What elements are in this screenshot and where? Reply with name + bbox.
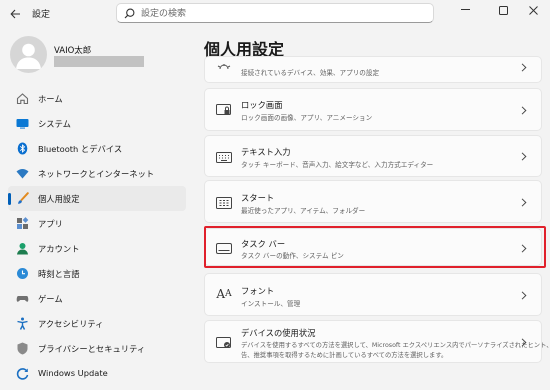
taskbar-icon xyxy=(216,241,232,255)
sidebar-item-system[interactable]: システム xyxy=(8,111,186,136)
sidebar-item-label: プライバシーとセキュリティ xyxy=(38,344,146,354)
chevron-right-icon xyxy=(521,106,527,115)
sidebar-item-label: Windows Update xyxy=(38,368,108,378)
chevron-right-icon xyxy=(521,244,527,253)
sidebar-item-label: ホーム xyxy=(38,94,63,104)
brush-icon xyxy=(16,192,29,205)
minimize-icon xyxy=(460,9,470,10)
sidebar-item-label: ゲーム xyxy=(38,294,63,304)
account-icon xyxy=(16,242,29,255)
back-arrow-icon xyxy=(9,9,20,19)
maximize-icon xyxy=(498,5,508,15)
settings-card-lock-screen[interactable]: ロック画面 ロック画面の画像、アプリ、アニメーション xyxy=(204,88,542,131)
bluetooth-icon xyxy=(16,142,29,155)
chevron-right-icon xyxy=(521,338,527,347)
sidebar-item-personalization[interactable]: 個人用設定 xyxy=(8,186,186,211)
windows-update-icon xyxy=(16,367,29,380)
card-subtitle: タッチ キーボード、音声入力、絵文字など、入力方式エディター xyxy=(241,161,434,169)
user-name: VAIO太郎 xyxy=(54,46,92,56)
sidebar-item-accessibility[interactable]: アクセシビリティ xyxy=(8,311,186,336)
sidebar-item-gaming[interactable]: ゲーム xyxy=(8,286,186,311)
card-subtitle: インストール、管理 xyxy=(241,300,301,308)
sidebar-item-label: 個人用設定 xyxy=(38,194,80,204)
sidebar-item-accounts[interactable]: アカウント xyxy=(8,236,186,261)
sidebar-item-apps[interactable]: アプリ xyxy=(8,211,186,236)
sidebar-item-home[interactable]: ホーム xyxy=(8,86,186,111)
network-icon xyxy=(16,167,29,180)
lock-screen-icon xyxy=(216,103,232,117)
settings-card-start[interactable]: スタート 最近使ったアプリ、アイテム、フォルダー xyxy=(204,180,542,223)
chevron-right-icon xyxy=(521,291,527,300)
sidebar-item-bluetooth[interactable]: Bluetooth とデバイス xyxy=(8,136,186,161)
system-icon xyxy=(16,117,29,130)
sidebar-nav: ホーム システム Bluetooth とデバイス ネットワークとインターネット … xyxy=(0,86,190,386)
card-title: フォント xyxy=(241,286,275,296)
time-language-icon xyxy=(16,267,29,280)
settings-card-taskbar[interactable]: タスク バー タスク バーの動作、システム ピン xyxy=(204,228,542,266)
card-title: テキスト入力 xyxy=(241,147,291,157)
search-input[interactable] xyxy=(141,6,426,21)
close-button[interactable] xyxy=(516,0,550,20)
device-usage-icon xyxy=(216,336,232,350)
settings-card-text-input[interactable]: テキスト入力 タッチ キーボード、音声入力、絵文字など、入力方式エディター xyxy=(204,135,542,177)
minimize-button[interactable] xyxy=(448,0,482,20)
sidebar-item-label: Bluetooth とデバイス xyxy=(38,144,123,154)
sidebar-item-label: アクセシビリティ xyxy=(38,319,104,329)
close-icon xyxy=(528,5,538,15)
chevron-right-icon xyxy=(521,198,527,207)
sidebar-item-windows-update[interactable]: Windows Update xyxy=(8,361,186,386)
card-title: ロック画面 xyxy=(241,100,283,110)
sidebar-item-label: 時刻と言語 xyxy=(38,269,80,279)
apps-icon xyxy=(16,217,29,230)
title-bar: 設定 xyxy=(0,0,550,28)
search-box[interactable] xyxy=(116,3,434,23)
maximize-button[interactable] xyxy=(486,0,520,20)
card-subtitle: タスク バーの動作、システム ピン xyxy=(241,252,344,260)
shield-icon xyxy=(16,342,29,355)
sidebar-item-label: システム xyxy=(38,119,71,129)
user-avatar-icon xyxy=(16,43,41,69)
sidebar-item-label: ネットワークとインターネット xyxy=(38,169,155,179)
avatar xyxy=(10,36,47,73)
settings-card-lighting[interactable]: 接続されているデバイス、効果、アプリの設定 xyxy=(204,56,542,83)
user-email-redacted xyxy=(54,56,144,67)
sidebar-item-label: アプリ xyxy=(38,219,63,229)
card-subtitle: デバイスを使用するすべての方法を選択して、Microsoft エクスペリエンス内… xyxy=(241,342,550,349)
keyboard-icon xyxy=(216,150,232,164)
font-icon: AA xyxy=(216,287,232,301)
sidebar-item-label: アカウント xyxy=(38,244,80,254)
card-title: デバイスの使用状況 xyxy=(241,328,316,338)
game-icon xyxy=(16,292,29,305)
sidebar-item-privacy[interactable]: プライバシーとセキュリティ xyxy=(8,336,186,361)
chevron-right-icon xyxy=(521,63,527,72)
sidebar-item-network[interactable]: ネットワークとインターネット xyxy=(8,161,186,186)
settings-card-device-usage[interactable]: デバイスの使用状況 デバイスを使用するすべての方法を選択して、Microsoft… xyxy=(204,320,550,363)
card-subtitle: ロック画面の画像、アプリ、アニメーション xyxy=(241,114,373,122)
card-title: スタート xyxy=(241,193,275,203)
lighting-icon xyxy=(216,61,232,75)
home-icon xyxy=(16,92,29,105)
accessibility-icon xyxy=(16,317,29,330)
back-button[interactable] xyxy=(6,5,24,23)
chevron-right-icon xyxy=(521,152,527,161)
settings-card-fonts[interactable]: AA フォント インストール、管理 xyxy=(204,273,542,316)
start-icon xyxy=(216,196,232,210)
card-subtitle-line2: 告、推奨事項を取得するために計画しているすべての方法を選択します。 xyxy=(241,352,448,359)
card-subtitle: 接続されているデバイス、効果、アプリの設定 xyxy=(241,69,380,77)
sidebar-item-time-language[interactable]: 時刻と言語 xyxy=(8,261,186,286)
app-title: 設定 xyxy=(32,10,51,20)
search-icon xyxy=(124,8,135,19)
card-subtitle: 最近使ったアプリ、アイテム、フォルダー xyxy=(241,207,366,215)
card-title: タスク バー xyxy=(241,239,286,249)
